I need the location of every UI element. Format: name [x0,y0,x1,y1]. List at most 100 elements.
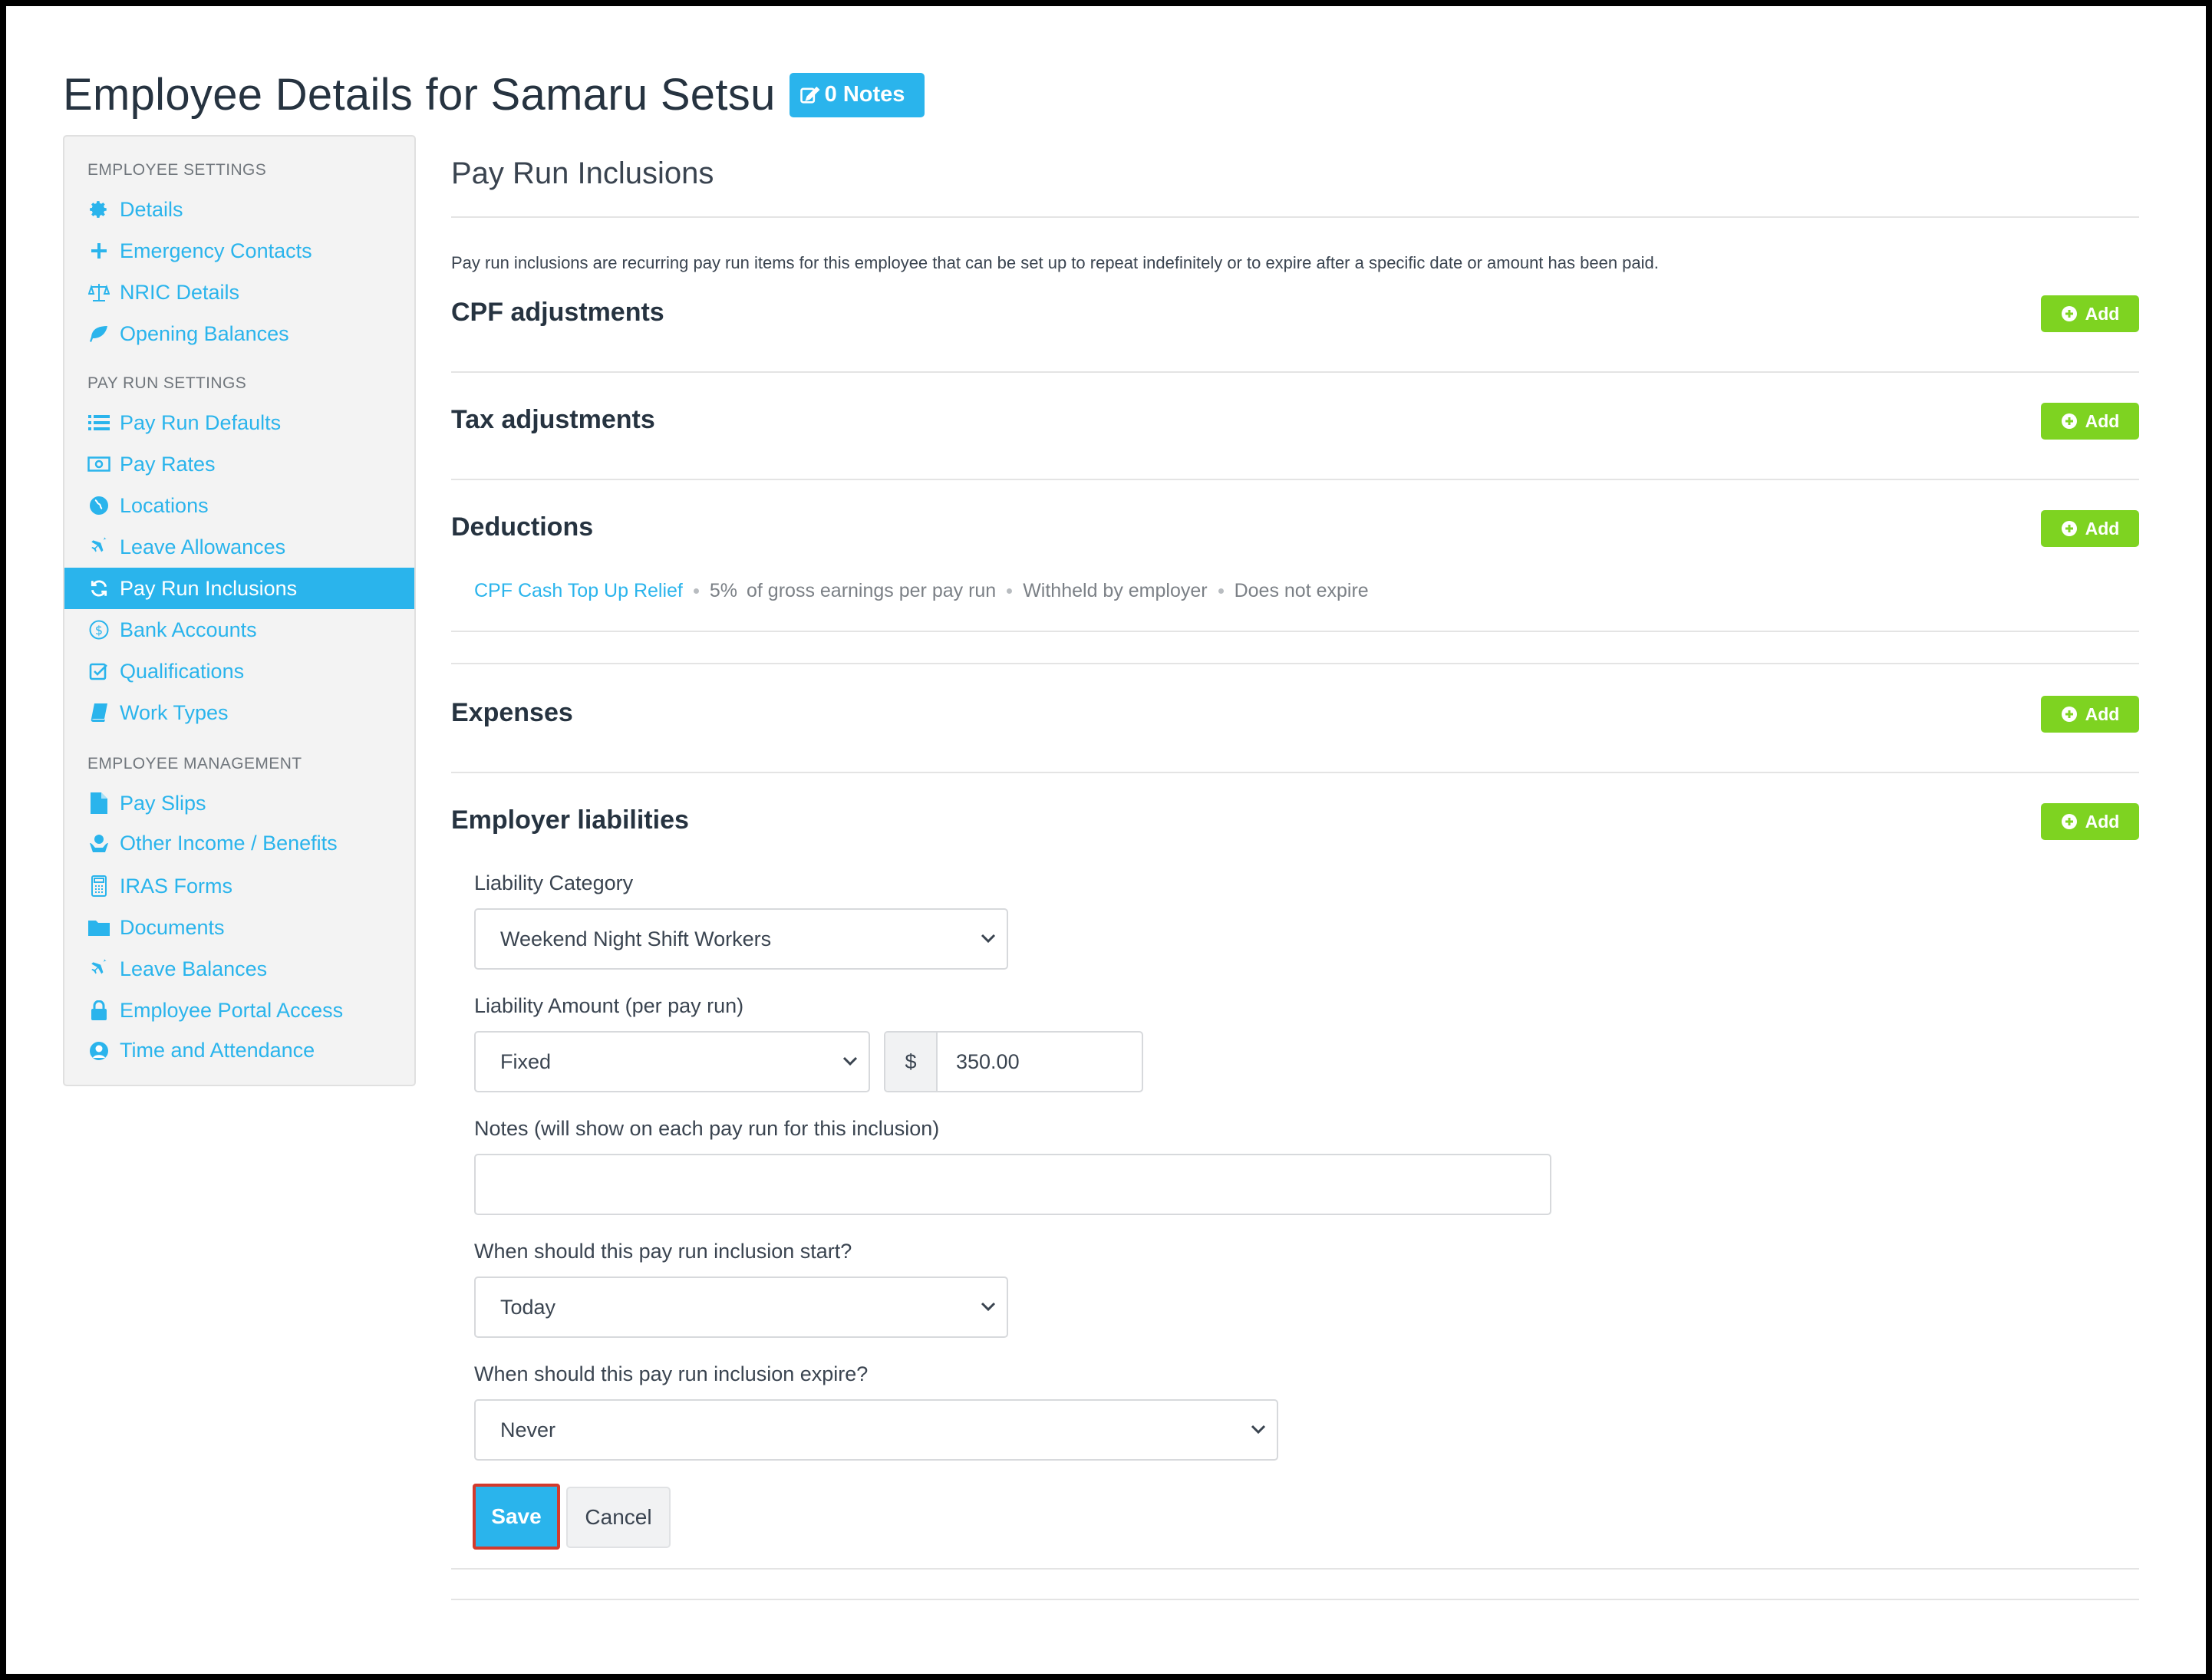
sidebar-item-opening-balances[interactable]: Opening Balances [64,313,414,354]
plus-circle-icon [2061,306,2077,321]
sidebar-item-qualifications[interactable]: Qualifications [64,651,414,692]
divider [451,772,2139,773]
divider [451,479,2139,480]
divider [451,1568,2139,1570]
sidebar-item-label: IRAS Forms [120,874,233,898]
sidebar-item-label: Pay Slips [120,791,206,815]
section-title: Pay Run Inclusions [451,156,714,190]
add-tax-adjustment-button[interactable]: Add [2041,403,2139,440]
liability-category-select[interactable]: Weekend Night Shift Workers [474,908,1008,970]
sidebar-item-pay-rates[interactable]: Pay Rates [64,443,414,485]
save-button[interactable]: Save [473,1484,560,1550]
sidebar-item-other-income-benefits[interactable]: Other Income / Benefits [64,822,414,864]
sidebar-item-locations[interactable]: Locations [64,485,414,526]
sidebar-item-label: Documents [120,915,225,939]
edit-icon [799,86,820,104]
svg-text:$: $ [95,623,103,637]
folder-icon [87,916,110,939]
sidebar-item-label: Bank Accounts [120,618,257,641]
page-title: Employee Details for Samaru Setsu [63,70,776,120]
amount-type-select[interactable]: Fixed [474,1031,870,1092]
start-select[interactable]: Today [474,1276,1008,1338]
liability-amount-input[interactable]: 350.00 [938,1033,1142,1091]
group-title-employer-liabilities: Employer liabilities [451,805,689,835]
scale-icon [87,281,110,304]
sidebar-heading-pay-run-settings: PAY RUN SETTINGS [87,374,247,392]
chevron-down-icon [981,1302,996,1312]
calculator-icon [87,875,110,898]
deduction-withheld: Withheld by employer [1023,580,1208,601]
intro-text: Pay run inclusions are recurring pay run… [451,253,1659,272]
plus-circle-icon [2061,413,2077,429]
plane-icon [87,535,110,558]
chevron-down-icon [842,1056,858,1066]
sidebar-item-time-and-attendance[interactable]: Time and Attendance [64,1029,414,1071]
divider [451,371,2139,373]
add-expense-button[interactable]: Add [2041,696,2139,733]
liability-category-label: Liability Category [474,871,634,894]
add-button-label: Add [2085,811,2120,832]
separator-dot [693,588,699,594]
user-clock-icon [87,1039,110,1062]
sidebar-item-employee-portal-access[interactable]: Employee Portal Access [64,990,414,1031]
cancel-button[interactable]: Cancel [566,1487,671,1548]
leaf-icon [87,322,110,345]
dollar-circle-icon: $ [87,618,110,641]
deduction-amount: 5% [709,580,738,601]
sidebar-item-leave-allowances[interactable]: Leave Allowances [64,526,414,568]
sidebar: EMPLOYEE SETTINGS Details Emergency Cont… [63,135,416,1086]
liability-amount-input-group: $ 350.00 [884,1031,1143,1092]
notes-badge-label: 0 Notes [824,82,905,107]
expire-select[interactable]: Never [474,1399,1278,1461]
sidebar-item-work-types[interactable]: Work Types [64,692,414,733]
sidebar-item-pay-run-inclusions[interactable]: Pay Run Inclusions [64,568,414,609]
sidebar-item-label: Other Income / Benefits [120,831,338,855]
globe-icon [87,494,110,517]
notes-button[interactable]: 0 Notes [789,72,925,117]
sidebar-item-leave-balances[interactable]: Leave Balances [64,948,414,990]
start-label: When should this pay run inclusion start… [474,1240,852,1263]
checkbox-icon [87,660,110,683]
chevron-down-icon [1251,1425,1266,1435]
sidebar-item-details[interactable]: Details [64,189,414,230]
liability-category-value: Weekend Night Shift Workers [500,927,772,950]
sidebar-item-label: Pay Run Defaults [120,410,282,434]
sidebar-item-documents[interactable]: Documents [64,907,414,948]
sidebar-item-label: Locations [120,493,209,517]
divider [451,1599,2139,1600]
start-value: Today [500,1295,556,1319]
sidebar-item-iras-forms[interactable]: IRAS Forms [64,865,414,907]
sidebar-item-bank-accounts[interactable]: $ Bank Accounts [64,609,414,651]
plus-circle-icon [2061,814,2077,829]
group-title-deductions: Deductions [451,512,594,542]
plus-circle-icon [2061,521,2077,536]
deduction-basis: of gross earnings per pay run [747,580,997,601]
group-title-cpf-adjustments: CPF adjustments [451,298,664,327]
list-icon [87,411,110,434]
sidebar-item-label: Details [120,197,183,221]
sidebar-item-pay-slips[interactable]: Pay Slips [64,782,414,824]
sidebar-item-label: Time and Attendance [120,1038,315,1062]
sidebar-item-label: Leave Balances [120,957,268,980]
deduction-name-link[interactable]: CPF Cash Top Up Relief [474,580,683,602]
notes-input[interactable] [474,1154,1551,1215]
expire-label: When should this pay run inclusion expir… [474,1362,869,1385]
divider [451,663,2139,664]
file-icon [87,792,110,815]
sidebar-heading-employee-management: EMPLOYEE MANAGEMENT [87,755,302,772]
money-icon [87,453,110,476]
sidebar-item-pay-run-defaults[interactable]: Pay Run Defaults [64,402,414,443]
app-frame: Employee Details for Samaru Setsu 0 Note… [6,6,2206,1674]
notes-label: Notes (will show on each pay run for thi… [474,1117,940,1140]
expire-value: Never [500,1418,556,1441]
divider [451,216,2139,218]
sidebar-item-emergency-contacts[interactable]: Emergency Contacts [64,230,414,272]
book-icon [87,701,110,724]
sidebar-item-nric-details[interactable]: NRIC Details [64,272,414,313]
add-employer-liability-button[interactable]: Add [2041,803,2139,840]
currency-addon: $ [885,1033,938,1091]
gear-icon [87,198,110,221]
sidebar-item-label: Pay Run Inclusions [120,576,298,600]
add-cpf-adjustment-button[interactable]: Add [2041,295,2139,332]
add-deduction-button[interactable]: Add [2041,510,2139,547]
